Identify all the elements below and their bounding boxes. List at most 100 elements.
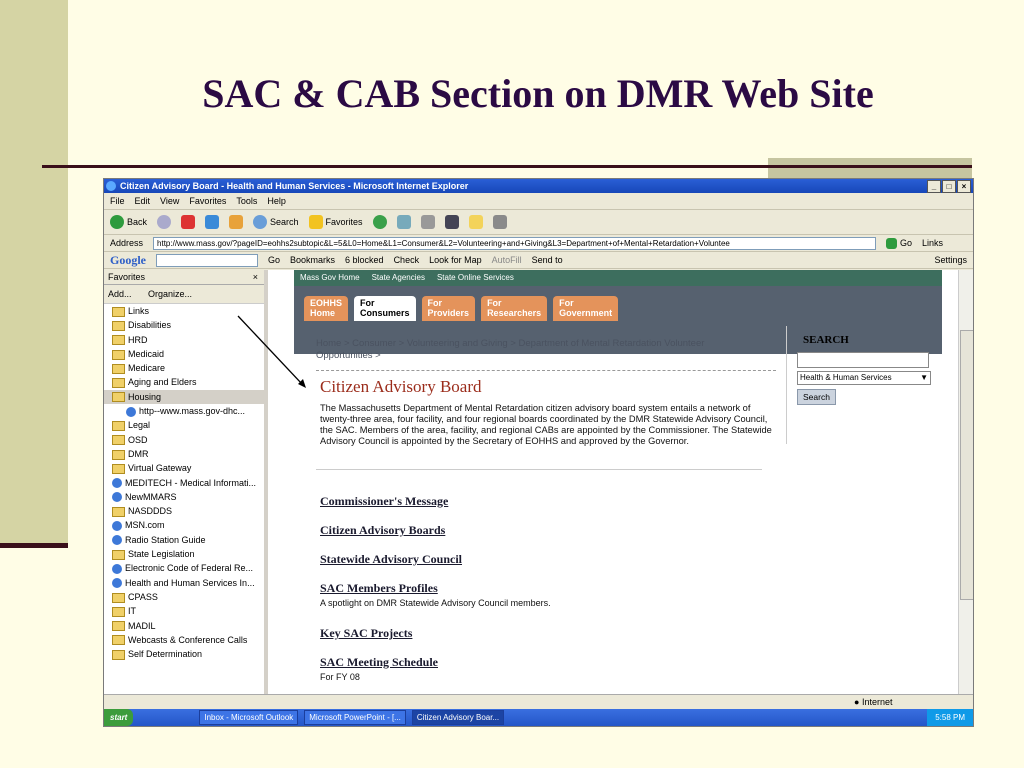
google-search-input[interactable] bbox=[156, 253, 258, 267]
top-link-state-agencies[interactable]: State Agencies bbox=[372, 273, 425, 283]
favorites-item[interactable]: CPASS bbox=[104, 590, 264, 604]
search-scope-select[interactable]: Health & Human Services ▼ bbox=[797, 371, 931, 385]
bookmarks-button[interactable]: Bookmarks bbox=[290, 255, 335, 265]
favorites-item[interactable]: Webcasts & Conference Calls bbox=[104, 633, 264, 647]
favorites-item[interactable]: Health and Human Services In... bbox=[104, 576, 264, 590]
folder-icon bbox=[112, 463, 125, 474]
home-icon[interactable] bbox=[229, 215, 244, 229]
link-key-sac-projects[interactable]: Key SAC Projects bbox=[320, 626, 412, 641]
popup-blocked-button[interactable]: 6 blocked bbox=[345, 255, 384, 265]
menu-help[interactable]: Help bbox=[267, 196, 286, 206]
ie-page-icon bbox=[112, 478, 122, 489]
tab-for-consumers[interactable]: For Consumers bbox=[354, 296, 416, 321]
favorites-item-label: NASDDDS bbox=[128, 506, 173, 517]
ie-page-icon bbox=[112, 563, 122, 574]
favorites-item[interactable]: NASDDDS bbox=[104, 504, 264, 518]
spellcheck-button[interactable]: Check bbox=[394, 255, 420, 265]
research-icon[interactable] bbox=[492, 215, 507, 229]
favorites-item[interactable]: State Legislation bbox=[104, 547, 264, 561]
start-button[interactable]: start bbox=[104, 709, 134, 726]
menu-tools[interactable]: Tools bbox=[236, 196, 257, 206]
vertical-scrollbar[interactable] bbox=[958, 270, 973, 694]
link-statewide-advisory-council[interactable]: Statewide Advisory Council bbox=[320, 552, 462, 567]
refresh-icon[interactable] bbox=[205, 215, 220, 229]
maximize-button[interactable]: □ bbox=[942, 180, 956, 193]
tab-line: For bbox=[487, 298, 502, 308]
go-button[interactable]: Go bbox=[885, 237, 912, 249]
menu-file[interactable]: File bbox=[110, 196, 125, 206]
favorites-item[interactable]: MEDITECH - Medical Informati... bbox=[104, 476, 264, 490]
google-go-button[interactable]: Go bbox=[268, 255, 280, 265]
favorites-item-label: http--www.mass.gov-dhc... bbox=[139, 406, 246, 417]
favorites-item[interactable]: Disabilities bbox=[104, 318, 264, 332]
favorites-button[interactable]: Favorites bbox=[308, 215, 363, 229]
favorites-item[interactable]: Electronic Code of Federal Re... bbox=[104, 561, 264, 575]
mail-icon[interactable] bbox=[396, 215, 411, 229]
favorites-item[interactable]: Self Determination bbox=[104, 647, 264, 661]
links-button[interactable]: Links bbox=[922, 238, 943, 248]
link-sac-meeting-schedule[interactable]: SAC Meeting Schedule bbox=[320, 655, 438, 670]
scrollbar-thumb[interactable] bbox=[960, 330, 973, 600]
task-internet-explorer[interactable]: Citizen Advisory Boar... bbox=[411, 710, 505, 725]
favorites-item[interactable]: MSN.com bbox=[104, 518, 264, 532]
back-button[interactable]: Back bbox=[110, 215, 147, 229]
favorites-item[interactable]: OSD bbox=[104, 433, 264, 447]
organize-favorites-button[interactable]: Organize... bbox=[148, 289, 192, 299]
top-link-mass-gov-home[interactable]: Mass Gov Home bbox=[300, 273, 360, 283]
task-powerpoint[interactable]: Microsoft PowerPoint - [... bbox=[304, 710, 406, 725]
forward-icon[interactable] bbox=[157, 215, 172, 229]
favorites-item-label: MSN.com bbox=[125, 520, 165, 531]
tab-for-government[interactable]: For Government bbox=[553, 296, 619, 321]
globe-icon: ● bbox=[854, 697, 860, 707]
favorites-item[interactable]: Radio Station Guide bbox=[104, 533, 264, 547]
link-citizen-advisory-boards[interactable]: Citizen Advisory Boards bbox=[320, 523, 445, 538]
favorites-item[interactable]: Links bbox=[104, 304, 264, 318]
print-icon[interactable] bbox=[420, 215, 435, 229]
favorites-item[interactable]: MADIL bbox=[104, 619, 264, 633]
address-input[interactable]: http://www.mass.gov/?pageID=eohhs2subtop… bbox=[153, 236, 876, 250]
favorites-item[interactable]: DMR bbox=[104, 447, 264, 461]
history-icon[interactable] bbox=[372, 215, 387, 229]
link-commissioners-message[interactable]: Commissioner's Message bbox=[320, 494, 448, 509]
breadcrumb[interactable]: Home > Consumer > Volunteering and Givin… bbox=[316, 338, 756, 362]
site-search-button[interactable]: Search bbox=[797, 389, 836, 405]
favorites-item[interactable]: Legal bbox=[104, 418, 264, 432]
look-for-map-button[interactable]: Look for Map bbox=[429, 255, 482, 265]
site-search-input[interactable] bbox=[797, 352, 929, 368]
task-outlook[interactable]: Inbox - Microsoft Outlook bbox=[199, 710, 299, 725]
favorites-item[interactable]: IT bbox=[104, 604, 264, 618]
folder-icon bbox=[112, 378, 125, 389]
settings-button[interactable]: Settings bbox=[934, 255, 967, 265]
favorites-item[interactable]: Medicaid bbox=[104, 347, 264, 361]
favorites-item[interactable]: Medicare bbox=[104, 361, 264, 375]
menu-favorites[interactable]: Favorites bbox=[189, 196, 226, 206]
tab-for-researchers[interactable]: For Researchers bbox=[481, 296, 548, 321]
favorites-item[interactable]: Housing bbox=[104, 389, 264, 405]
favorites-item[interactable]: Virtual Gateway bbox=[104, 461, 264, 475]
favorites-item[interactable]: NewMMARS bbox=[104, 490, 264, 504]
favorites-item[interactable]: Aging and Elders bbox=[104, 375, 264, 389]
tab-eohhs-home[interactable]: EOHHS Home bbox=[304, 296, 349, 321]
favorites-item-label: Disabilities bbox=[128, 320, 172, 331]
pane-close-icon[interactable]: × bbox=[253, 270, 258, 284]
menu-view[interactable]: View bbox=[160, 196, 179, 206]
folder-icon bbox=[112, 549, 125, 560]
search-button[interactable]: Search bbox=[253, 215, 299, 229]
favorites-item-label: Housing bbox=[128, 391, 162, 402]
minimize-button[interactable]: _ bbox=[927, 180, 941, 193]
folder-icon bbox=[112, 606, 125, 617]
meeting-schedule-description: For FY 08 bbox=[320, 672, 360, 682]
close-button[interactable]: × bbox=[957, 180, 971, 193]
edit-icon[interactable] bbox=[444, 215, 459, 229]
top-link-online-services[interactable]: State Online Services bbox=[437, 273, 514, 283]
stop-icon[interactable] bbox=[181, 215, 196, 229]
autofill-button[interactable]: AutoFill bbox=[492, 255, 522, 265]
folder-icon[interactable] bbox=[468, 215, 483, 229]
favorites-item[interactable]: HRD bbox=[104, 333, 264, 347]
send-to-button[interactable]: Send to bbox=[532, 255, 563, 265]
link-sac-members-profiles[interactable]: SAC Members Profiles bbox=[320, 581, 438, 596]
menu-edit[interactable]: Edit bbox=[135, 196, 151, 206]
tab-for-providers[interactable]: For Providers bbox=[421, 296, 476, 321]
favorites-item[interactable]: http--www.mass.gov-dhc... bbox=[104, 404, 264, 418]
add-favorite-button[interactable]: Add... bbox=[108, 289, 132, 299]
